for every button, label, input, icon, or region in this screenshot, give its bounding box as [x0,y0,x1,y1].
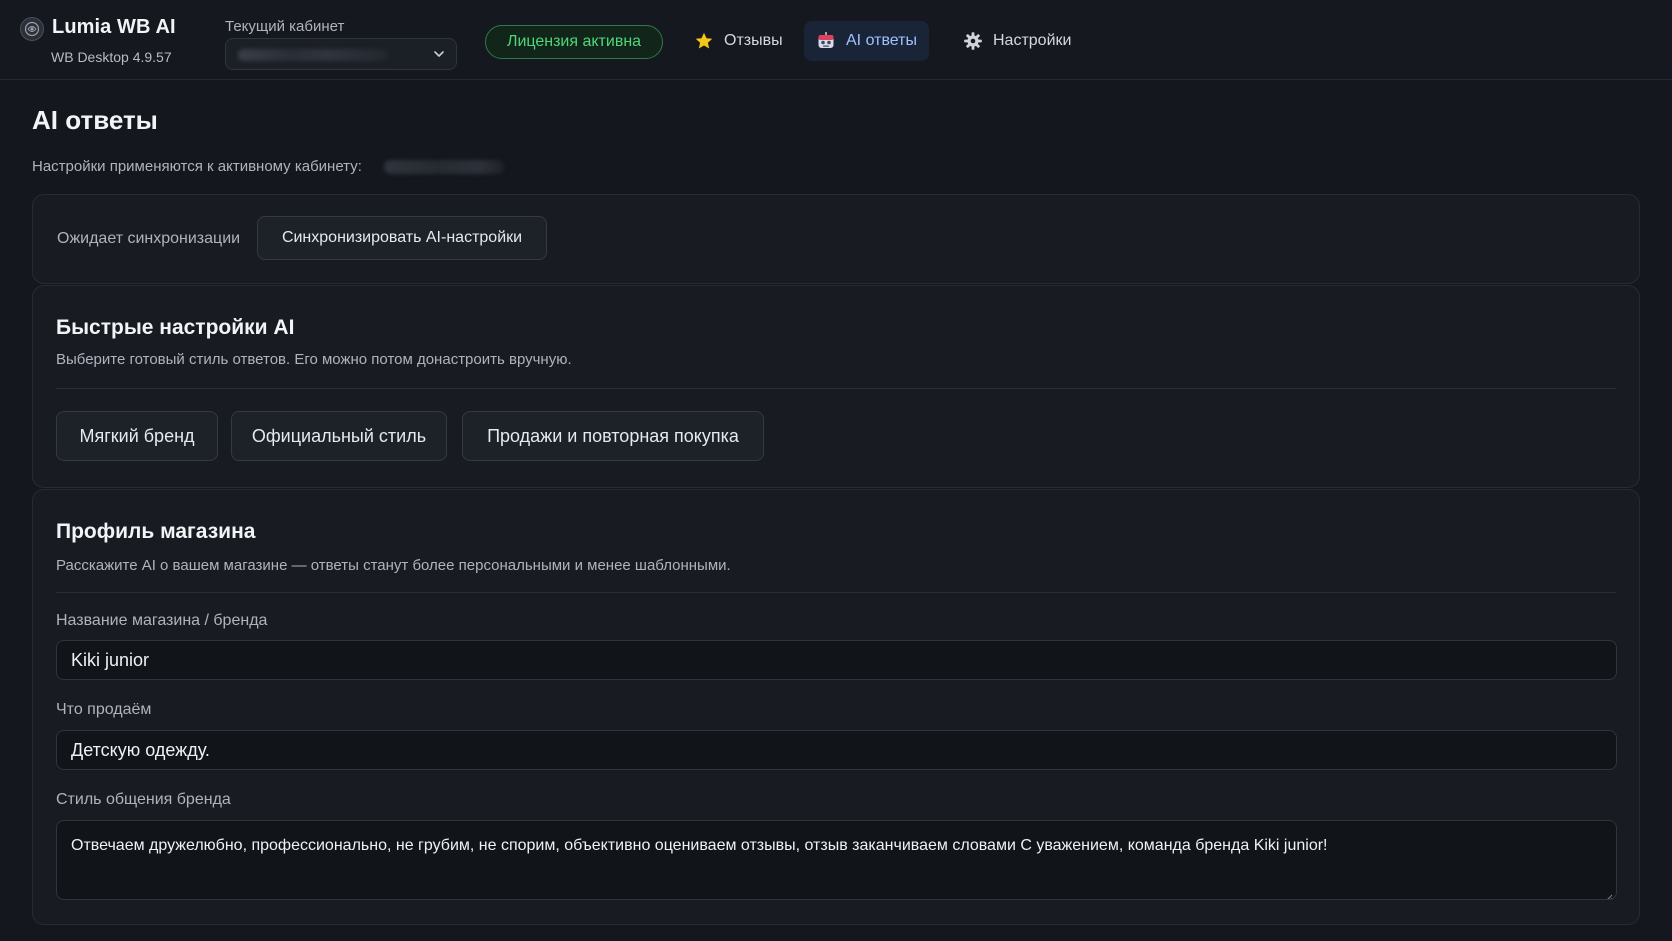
brand-tone-textarea[interactable]: Отвечаем дружелюбно, профессионально, не… [56,820,1617,900]
cabinet-select[interactable] [225,38,457,70]
nav-ai-answers[interactable]: AI ответы [804,21,929,61]
store-profile-description: Расскажите AI о вашем магазине — ответы … [56,557,731,574]
preset-sales-repeat-button[interactable]: Продажи и повторная покупка [462,411,764,461]
sync-card: Ожидает синхронизации Синхронизировать A… [32,194,1640,284]
brand-tone-label: Стиль общения бренда [56,791,231,808]
preset-official-style-button[interactable]: Официальный стиль [231,411,447,461]
resize-grip-icon[interactable] [1604,887,1613,899]
sync-ai-settings-button[interactable]: Синхронизировать AI-настройки [257,216,547,260]
brand-tone-text: Отвечаем дружелюбно, профессионально, не… [71,837,1328,854]
gear-icon [963,31,983,51]
store-name-label: Название магазина / бренда [56,612,268,629]
active-cabinet-name-redacted [384,160,504,174]
what-we-sell-input[interactable] [56,730,1617,770]
page-subtitle: Настройки применяются к активному кабине… [32,158,362,175]
sync-status: Ожидает синхронизации [57,230,241,247]
robot-icon [816,31,836,51]
quick-settings-card: Быстрые настройки AI Выберите готовый ст… [32,285,1640,488]
quick-settings-title: Быстрые настройки AI [56,316,295,339]
cabinet-name-redacted [238,49,388,61]
app-logo-icon [20,17,44,41]
store-profile-card: Профиль магазина Расскажите AI о вашем м… [32,489,1640,925]
top-bar: Lumia WB AI WB Desktop 4.9.57 Текущий ка… [0,0,1672,80]
nav-ai-answers-label: AI ответы [846,32,917,49]
nav-settings-label: Настройки [993,32,1072,49]
license-status-badge: Лицензия активна [485,25,663,59]
store-profile-title: Профиль магазина [56,520,256,543]
store-name-input[interactable] [56,640,1617,680]
chevron-down-icon [432,47,446,61]
quick-settings-description: Выберите готовый стиль ответов. Его можн… [56,351,572,368]
nav-settings[interactable]: Настройки [951,21,1083,61]
nav-reviews-label: Отзывы [724,32,783,49]
divider [56,592,1616,593]
what-we-sell-label: Что продаём [56,701,152,718]
star-icon [694,31,714,51]
app-title: Lumia WB AI [52,16,176,38]
cabinet-label: Текущий кабинет [225,18,345,35]
divider [56,388,1616,389]
nav-reviews[interactable]: Отзывы [682,21,795,61]
preset-soft-brand-button[interactable]: Мягкий бренд [56,411,218,461]
page-title: AI ответы [32,105,158,135]
app-version: WB Desktop 4.9.57 [51,49,172,65]
